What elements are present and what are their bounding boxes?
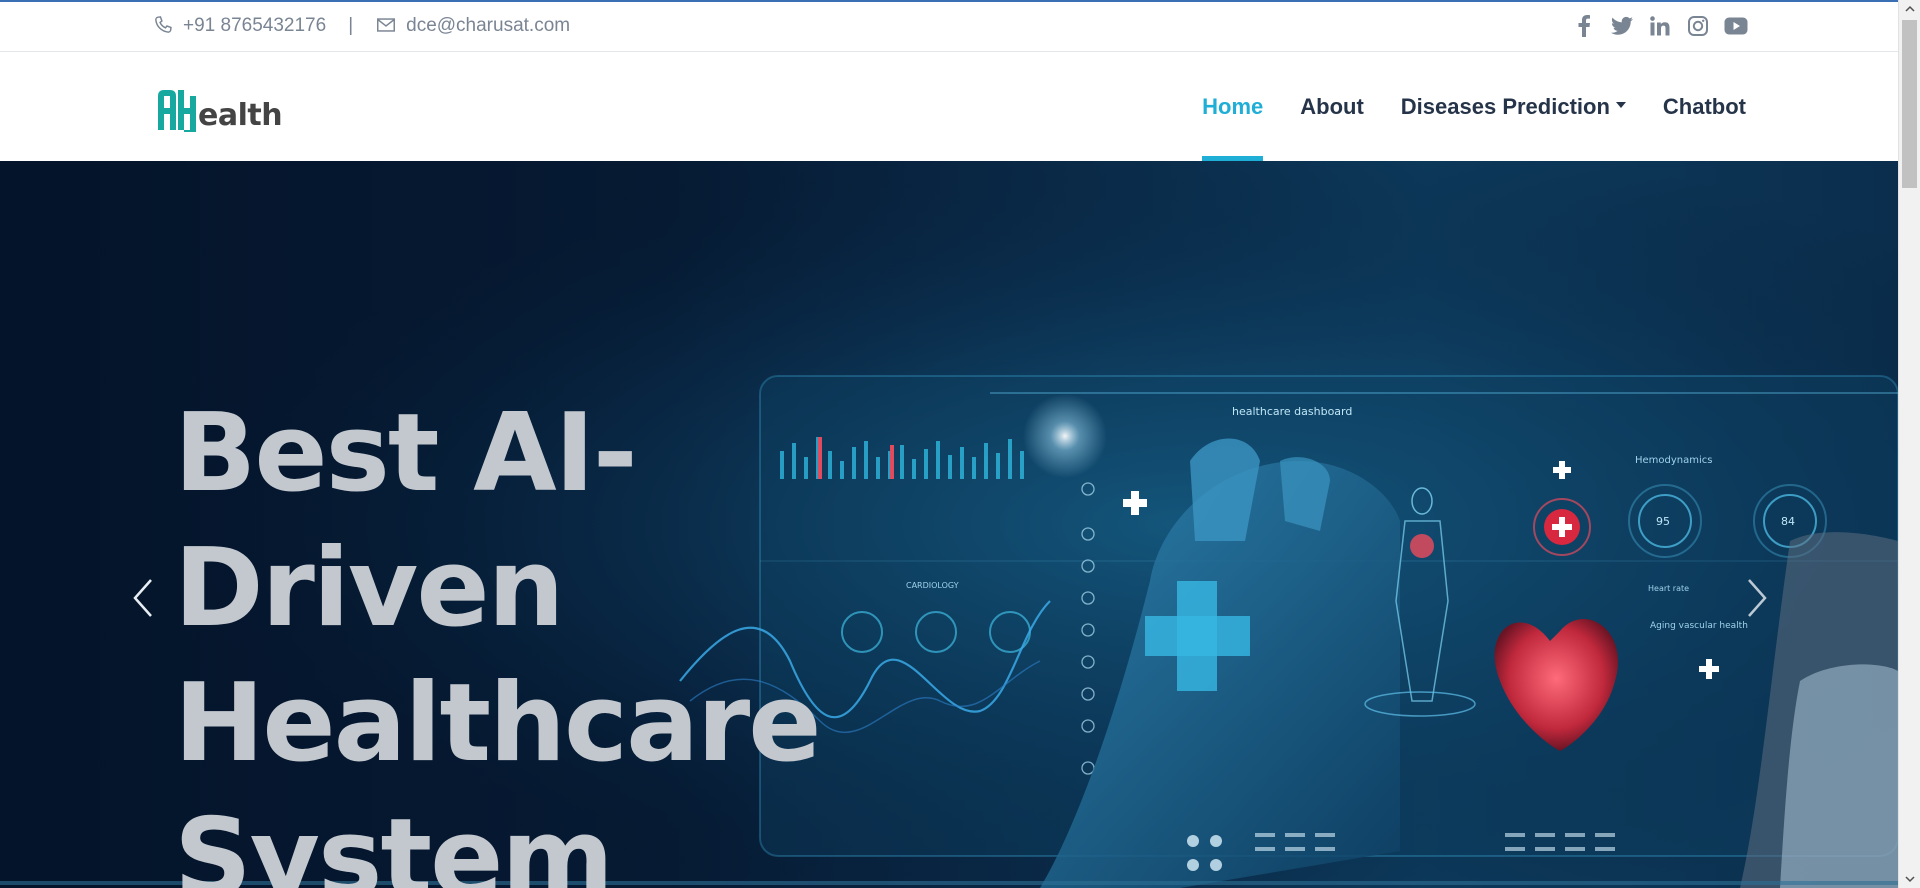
hemodynamics-label: Hemodynamics — [1635, 455, 1713, 466]
hero-title-line-3: System — [174, 796, 614, 888]
youtube-icon[interactable] — [1724, 14, 1748, 38]
carousel-next-button[interactable] — [1741, 574, 1773, 622]
email-address[interactable]: dce@charusat.com — [406, 15, 570, 37]
caret-down-icon — [1615, 102, 1626, 108]
page: +91 8765432176 | dce@charusat.com ealth … — [0, 0, 1920, 888]
main-navbar: ealth Home About Diseases Prediction Cha… — [0, 53, 1898, 161]
hero-title-line-2: Healthcare — [174, 661, 821, 786]
chevron-left-icon — [133, 579, 152, 617]
top-contact-bar: +91 8765432176 | dce@charusat.com — [0, 2, 1898, 52]
nav-diseases-prediction[interactable]: Diseases Prediction — [1401, 53, 1626, 161]
vital-a-value: 95 — [1656, 515, 1670, 528]
nav-home-label: Home — [1202, 94, 1264, 119]
phone-icon — [152, 14, 176, 38]
facebook-icon[interactable] — [1572, 14, 1596, 38]
vascular-label: Aging vascular health — [1650, 621, 1748, 631]
twitter-icon[interactable] — [1610, 14, 1634, 38]
nav-home[interactable]: Home — [1202, 53, 1264, 161]
scroll-up-arrow-icon — [1905, 5, 1915, 12]
chevron-right-icon — [1748, 579, 1767, 617]
logo-text: ealth — [198, 98, 283, 133]
social-links — [1572, 14, 1748, 38]
nav-diseases-prediction-label: Diseases Prediction — [1400, 94, 1610, 119]
hero-title-line-1: Best AI-Driven — [174, 391, 638, 651]
mail-icon — [375, 14, 399, 38]
linkedin-icon[interactable] — [1648, 14, 1672, 38]
page-scrollbar[interactable] — [1898, 0, 1920, 888]
nav-chatbot[interactable]: Chatbot — [1663, 53, 1746, 161]
nav-about-label: About — [1300, 94, 1364, 119]
scroll-down-button[interactable] — [1899, 870, 1920, 888]
primary-nav: Home About Diseases Prediction Chatbot — [1202, 53, 1746, 161]
nav-chatbot-label: Chatbot — [1662, 94, 1746, 119]
scrollbar-thumb[interactable] — [1902, 20, 1917, 188]
nav-about[interactable]: About — [1300, 53, 1364, 161]
hero-title: Best AI-Driven Healthcare System — [174, 386, 994, 888]
instagram-icon[interactable] — [1686, 14, 1710, 38]
carousel-prev-button[interactable] — [127, 574, 159, 622]
contact-info: +91 8765432176 | dce@charusat.com — [152, 14, 570, 38]
heart-rate-label: Heart rate — [1648, 584, 1689, 593]
dashboard-label: healthcare dashboard — [1232, 405, 1352, 418]
scroll-down-arrow-icon — [1905, 876, 1915, 883]
vital-b-value: 84 — [1781, 515, 1795, 528]
phone-number[interactable]: +91 8765432176 — [183, 15, 326, 37]
site-logo[interactable]: ealth — [156, 86, 284, 136]
hero-carousel: healthcare dashboard CARDIOLOGY 95 84 He… — [0, 161, 1898, 888]
contact-separator: | — [348, 15, 354, 36]
scroll-up-button[interactable] — [1899, 0, 1920, 18]
